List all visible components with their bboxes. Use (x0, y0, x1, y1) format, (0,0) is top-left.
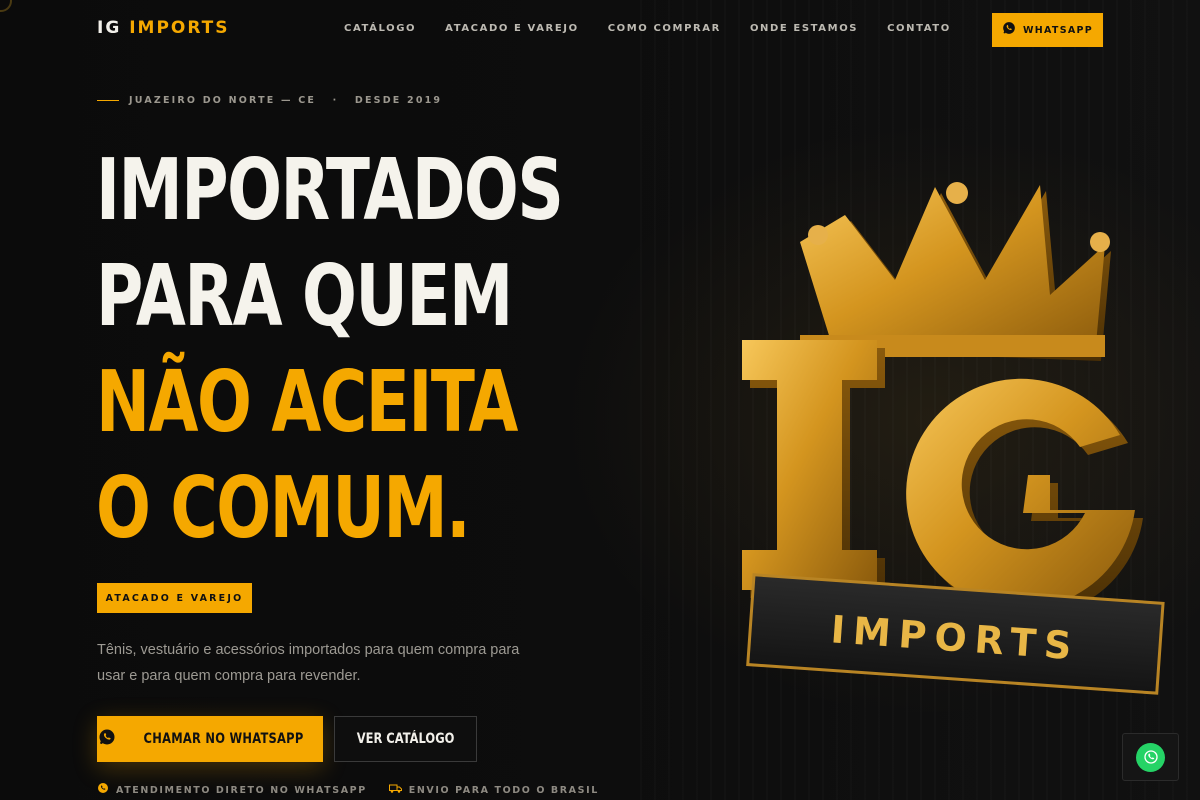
whatsapp-button-top[interactable]: WHATSAPP (992, 13, 1103, 47)
feature-item: ENVIO PARA TODO O BRASIL (388, 781, 599, 799)
brand-name-part1: IG (97, 18, 122, 38)
floating-whatsapp-button[interactable] (1122, 733, 1179, 781)
hero-headline: IMPORTADOS PARA QUEM NÃO ACEITA O COMUM. (96, 138, 564, 562)
nav-item-catalogo[interactable]: CATÁLOGO (344, 23, 416, 34)
feature-item: ATENDIMENTO DIRETO NO WHATSAPP (97, 781, 367, 799)
headline-line-3: NÃO ACEITA (96, 353, 518, 452)
chamar-whatsapp-label: CHAMAR NO WHATSAPP (144, 731, 304, 747)
main-menu: CATÁLOGO ATACADO E VAREJO COMO COMPRAR O… (344, 23, 951, 34)
hero-description: Tênis, vestuário e acessórios importados… (97, 642, 520, 684)
nav-item-atacado-e-varejo[interactable]: ATACADO E VAREJO (445, 23, 579, 34)
truck-icon (388, 781, 402, 799)
location-kicker: JUAZEIRO DO NORTE — CE · DESDE 2019 (97, 95, 442, 106)
atacado-varejo-badge: ATACADO E VAREJO (97, 583, 252, 613)
brand-name-part2: IMPORTS (129, 18, 230, 38)
ver-catalogo-button[interactable]: VER CATÁLOGO (334, 716, 477, 762)
kicker-text: JUAZEIRO DO NORTE — CE · DESDE 2019 (129, 95, 443, 106)
chamar-whatsapp-button[interactable]: CHAMAR NO WHATSAPP (97, 716, 323, 762)
feature-text: ENVIO PARA TODO O BRASIL (408, 784, 599, 796)
whatsapp-icon (97, 781, 109, 799)
top-navigation: IG IMPORTS CATÁLOGO ATACADO E VAREJO COM… (0, 0, 1200, 60)
feature-list: ATENDIMENTO DIRETO NO WHATSAPP ENVIO PAR… (97, 781, 599, 799)
headline-line-2: PARA QUEM (96, 247, 513, 346)
whatsapp-icon (98, 728, 116, 751)
nav-item-onde-estamos[interactable]: ONDE ESTAMOS (750, 23, 858, 34)
whatsapp-icon (1002, 21, 1016, 40)
nav-item-contato[interactable]: CONTATO (887, 23, 951, 34)
ver-catalogo-label: VER CATÁLOGO (356, 731, 455, 747)
headline-line-4: O COMUM. (96, 459, 471, 558)
nav-item-como-comprar[interactable]: COMO COMPRAR (608, 23, 721, 34)
whatsapp-button-label: WHATSAPP (1022, 24, 1094, 36)
headline-line-1: IMPORTADOS (96, 141, 564, 240)
whatsapp-icon (1136, 742, 1165, 772)
feature-text: ATENDIMENTO DIRETO NO WHATSAPP (116, 784, 367, 796)
ig-imports-emblem: IMPORTS (720, 170, 1180, 730)
kicker-line (97, 100, 119, 101)
crown-logo-illustration: IMPORTS (742, 182, 1165, 695)
brand-logo[interactable]: IG IMPORTS (97, 18, 230, 38)
